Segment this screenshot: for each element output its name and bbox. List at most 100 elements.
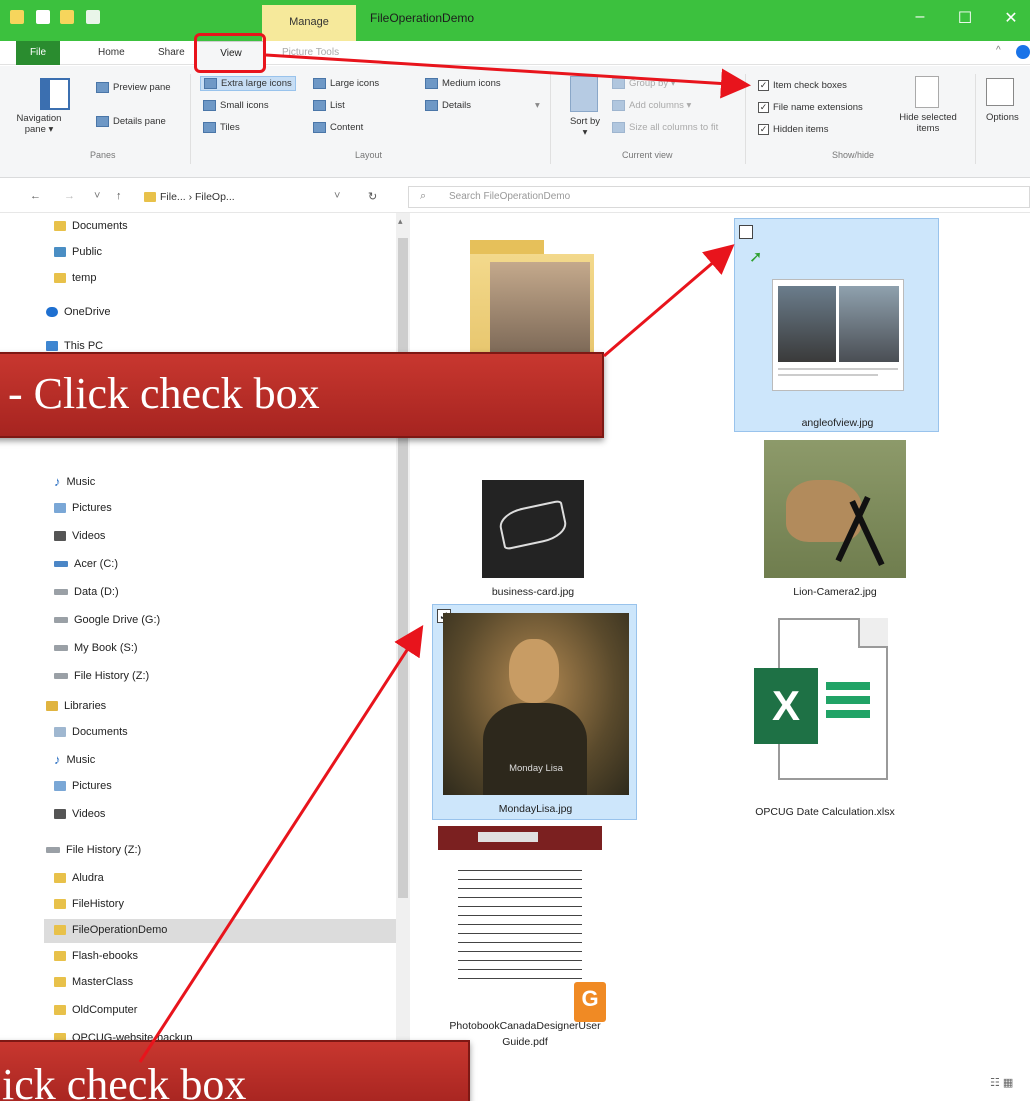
nav-item-label: Google Drive (G:) — [74, 614, 161, 626]
folder-tile[interactable] — [470, 240, 594, 362]
properties-icon[interactable] — [36, 10, 50, 24]
refresh-icon[interactable]: ↻ — [368, 190, 377, 203]
file-tile-angleofview[interactable]: ➚ angleofview.jpg — [734, 218, 939, 432]
hide-selected-icon[interactable] — [915, 76, 939, 108]
music-icon: ♪ — [54, 474, 61, 489]
details-pane-icon — [96, 116, 109, 127]
tab-share[interactable]: Share — [158, 47, 185, 58]
preview-pane-button[interactable]: Preview pane — [96, 82, 171, 93]
nav-item-oldcomputer[interactable]: OldComputer — [54, 1004, 137, 1016]
file-tile-lion[interactable] — [764, 440, 906, 578]
details-option[interactable]: Details — [425, 100, 471, 111]
layout-scroll-icon[interactable]: ▾ — [535, 100, 540, 111]
view-toggle-icon[interactable]: ☷ ▦ — [990, 1076, 1013, 1089]
address-dropdown-icon[interactable]: ˅ — [334, 190, 340, 202]
scroll-up-icon[interactable]: ▴ — [398, 216, 403, 227]
nav-item-lib-documents[interactable]: Documents — [54, 726, 128, 738]
nav-item-aludra[interactable]: Aludra — [54, 872, 104, 884]
navigation-pane-button[interactable]: Navigation pane ▾ — [6, 113, 72, 135]
tiles-option[interactable]: Tiles — [203, 122, 240, 133]
file-tile-excel[interactable]: X — [748, 618, 902, 788]
new-folder-icon[interactable] — [60, 10, 74, 24]
file-name: business-card.jpg — [491, 586, 575, 598]
group-by-button[interactable]: Group by ▾ — [612, 78, 675, 89]
photo-people — [778, 286, 836, 362]
size-all-columns-button[interactable]: Size all columns to fit — [612, 122, 718, 133]
file-name-extensions-toggle[interactable]: ✓ File name extensions — [758, 102, 863, 113]
options-button[interactable]: Options — [986, 112, 1019, 123]
close-button[interactable]: ✕ — [996, 8, 1026, 28]
nav-scrollbar-thumb[interactable] — [398, 238, 408, 898]
item-checkbox[interactable] — [739, 225, 753, 239]
nav-item-drive-z[interactable]: File History (Z:) — [54, 670, 149, 682]
tab-picture-tools[interactable]: Picture Tools — [282, 47, 339, 58]
nav-item-libraries[interactable]: Libraries — [46, 700, 106, 712]
nav-item-masterclass[interactable]: MasterClass — [54, 976, 133, 988]
sort-by-icon[interactable] — [570, 76, 598, 112]
nav-item-onedrive[interactable]: OneDrive — [46, 306, 110, 318]
options-icon[interactable] — [986, 78, 1014, 106]
nav-item-drive-d[interactable]: Data (D:) — [54, 586, 119, 598]
tab-home[interactable]: Home — [98, 47, 125, 58]
nav-item-videos[interactable]: Videos — [54, 530, 105, 542]
quick-access-dropdown-icon[interactable] — [86, 10, 100, 24]
nav-item-label: FileOperationDemo — [72, 924, 168, 936]
recent-locations-icon[interactable]: ˅ — [94, 190, 100, 202]
back-icon[interactable]: ← — [30, 190, 41, 202]
nav-item-file-history[interactable]: File History (Z:) — [46, 844, 141, 856]
search-input[interactable]: Search FileOperationDemo — [408, 186, 1030, 208]
manage-tab[interactable]: Manage — [262, 5, 356, 41]
nav-item-fileoperationdemo[interactable]: FileOperationDemo — [54, 924, 167, 936]
small-icons-icon — [203, 100, 216, 111]
file-tile-business-card[interactable] — [482, 480, 584, 578]
help-icon[interactable] — [1016, 45, 1030, 59]
navigation-pane-icon[interactable] — [40, 78, 70, 110]
collapse-ribbon-icon[interactable]: ^ — [996, 45, 1001, 56]
nav-item-temp[interactable]: temp — [54, 272, 96, 284]
nav-item-lib-videos[interactable]: Videos — [54, 808, 105, 820]
sort-by-button[interactable]: Sort by ▾ — [568, 116, 602, 138]
file-name: PhotobookCanadaDesignerUser — [449, 1020, 601, 1032]
medium-icons-option[interactable]: Medium icons — [425, 78, 501, 89]
forward-icon[interactable]: → — [64, 190, 75, 202]
nav-item-flash-ebooks[interactable]: Flash-ebooks — [54, 950, 138, 962]
small-icons-option[interactable]: Small icons — [203, 100, 269, 111]
large-icons-icon — [313, 78, 326, 89]
nav-item-music[interactable]: ♪ Music — [54, 474, 95, 489]
hide-selected-items-button[interactable]: Hide selected items — [888, 112, 968, 134]
nav-item-drive-c[interactable]: Acer (C:) — [54, 558, 118, 570]
nav-item-pictures[interactable]: Pictures — [54, 502, 112, 514]
extra-large-icons-option[interactable]: Extra large icons — [200, 76, 296, 91]
content-option[interactable]: Content — [313, 122, 363, 133]
list-option[interactable]: List — [313, 100, 345, 111]
add-columns-label: Add columns ▾ — [629, 100, 692, 111]
up-icon[interactable]: ↑ — [116, 190, 122, 202]
nav-item-this-pc[interactable]: This PC — [46, 340, 103, 352]
nav-item-lib-music[interactable]: ♪ Music — [54, 752, 95, 767]
item-check-boxes-toggle[interactable]: ✓ Item check boxes — [758, 80, 847, 91]
nav-item-drive-g[interactable]: Google Drive (G:) — [54, 614, 160, 626]
group-label-current-view: Current view — [622, 150, 673, 160]
file-name-extensions-label: File name extensions — [773, 102, 863, 113]
nav-item-label: Documents — [72, 220, 128, 232]
drive-icon — [54, 645, 68, 651]
add-columns-button[interactable]: Add columns ▾ — [612, 100, 691, 111]
body-shape — [483, 703, 587, 795]
maximize-button[interactable]: ☐ — [950, 8, 980, 28]
nav-item-label: FileHistory — [72, 898, 124, 910]
nav-item-documents[interactable]: Documents — [54, 220, 128, 232]
folder-icon — [54, 951, 66, 961]
hidden-items-toggle[interactable]: ✓ Hidden items — [758, 124, 828, 135]
file-tile-mondaylisa[interactable]: ✓ Monday Lisa MondayLisa.jpg — [432, 604, 637, 820]
content-icon — [313, 122, 326, 133]
nav-item-drive-s[interactable]: My Book (S:) — [54, 642, 138, 654]
tab-file[interactable]: File — [16, 41, 60, 65]
nav-item-public[interactable]: Public — [54, 246, 102, 258]
large-icons-option[interactable]: Large icons — [313, 78, 379, 89]
pdf-toc-lines — [458, 866, 582, 986]
details-pane-button[interactable]: Details pane — [96, 116, 166, 127]
file-tile-pdf[interactable]: G — [438, 826, 606, 1022]
nav-item-lib-pictures[interactable]: Pictures — [54, 780, 112, 792]
nav-item-filehistory[interactable]: FileHistory — [54, 898, 124, 910]
minimize-button[interactable]: – — [905, 8, 935, 26]
